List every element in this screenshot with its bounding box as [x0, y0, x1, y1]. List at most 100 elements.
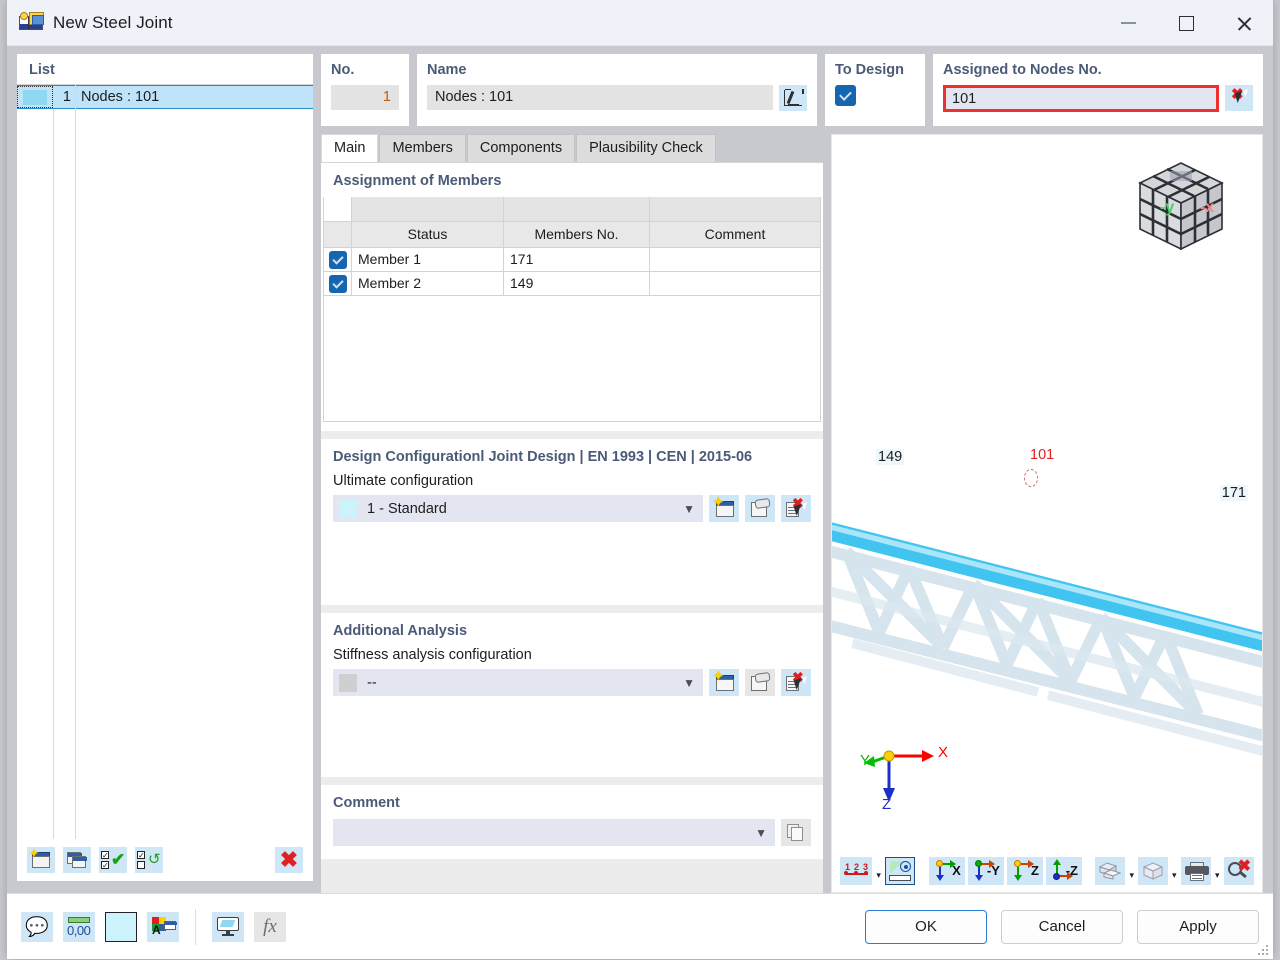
- stiffness-configuration-label: Stiffness analysis configuration: [333, 647, 532, 663]
- cancel-button[interactable]: Cancel: [1001, 909, 1123, 944]
- list-column-divider: [75, 85, 76, 839]
- row-comment[interactable]: [649, 270, 821, 296]
- select-all-button[interactable]: ✓ ✓ ✔: [99, 847, 127, 873]
- window-title: New Steel Joint: [53, 12, 173, 32]
- numbering-icon: 123: [844, 862, 868, 880]
- table-subheader-row: [323, 197, 821, 222]
- delete-stiffness-configuration-button[interactable]: ✖: [781, 669, 811, 696]
- column-header-members-no: Members No.: [503, 220, 650, 248]
- help-button[interactable]: 💬: [21, 911, 53, 942]
- copy-joint-button[interactable]: [63, 847, 91, 873]
- ok-button[interactable]: OK: [865, 909, 987, 944]
- tab-panel-main: Assignment of Members Status Members No.…: [321, 162, 823, 893]
- wireframe-button[interactable]: [1138, 857, 1168, 885]
- name-edit-button[interactable]: [779, 85, 807, 111]
- row-checkbox-cell[interactable]: [323, 246, 352, 272]
- zoom-cancel-icon: ✖: [1227, 859, 1251, 881]
- copy-comment-button[interactable]: [781, 819, 811, 846]
- wireframe-caret[interactable]: ▾: [1171, 857, 1178, 885]
- delete-joint-button[interactable]: ✖: [275, 847, 303, 873]
- row-checkbox[interactable]: [328, 251, 347, 269]
- axis-triad-graphic: [864, 750, 934, 802]
- edit-hand-icon: [750, 497, 771, 518]
- main-row: Main Members Components Plausibility Che…: [321, 134, 1263, 893]
- render-view-button[interactable]: [884, 857, 916, 885]
- to-design-checkbox[interactable]: [835, 85, 856, 106]
- row-checkbox[interactable]: [328, 275, 347, 293]
- node-label-101: 101: [1030, 447, 1055, 463]
- print-caret[interactable]: ▾: [1214, 857, 1221, 885]
- list-item-color-cell[interactable]: [17, 86, 53, 108]
- to-design-box: To Design: [825, 54, 925, 126]
- stiffness-configuration-select[interactable]: -- ▼: [333, 669, 703, 696]
- chevron-down-icon: ▼: [683, 501, 695, 516]
- row-members-no[interactable]: 149: [503, 270, 650, 296]
- minimize-button[interactable]: [1099, 0, 1157, 46]
- view-z-label: Z: [1030, 863, 1039, 878]
- additional-analysis-card: Additional Analysis Stiffness analysis c…: [321, 613, 823, 777]
- tab-main[interactable]: Main: [321, 134, 379, 162]
- view-negative-y-label: -Y: [986, 863, 1000, 878]
- model-viewport[interactable]: 149 101 171 -y -x X Y Z 1 2 3 ▾ X -Y Z -…: [831, 134, 1263, 893]
- column-header-comment: Comment: [649, 220, 821, 248]
- view-z-icon: Z: [1011, 860, 1039, 881]
- new-configuration-button[interactable]: ✦: [709, 495, 739, 522]
- view-in-negative-y-button[interactable]: -Y: [967, 857, 1004, 885]
- print-button[interactable]: [1180, 857, 1211, 885]
- no-label: No.: [331, 62, 355, 78]
- list-column-divider-2: [53, 109, 54, 839]
- maximize-button[interactable]: [1157, 0, 1215, 46]
- ultimate-configuration-select[interactable]: 1 - Standard ▼: [333, 495, 703, 522]
- table-header-row: Status Members No. Comment: [323, 220, 821, 248]
- row-members-no[interactable]: 171: [503, 246, 650, 272]
- view-in-z-button[interactable]: Z: [1006, 857, 1043, 885]
- display-properties-button[interactable]: A: [147, 911, 179, 942]
- display-mode-button[interactable]: [1095, 857, 1126, 885]
- configuration-color-swatch: [339, 499, 357, 518]
- assigned-nodes-row: 101 ✖: [943, 85, 1253, 112]
- resize-grip[interactable]: [1256, 943, 1268, 955]
- graphic-print-button[interactable]: [212, 911, 244, 942]
- window-controls: [1099, 0, 1273, 46]
- row-checkbox-cell[interactable]: [323, 270, 352, 296]
- additional-analysis-title: Additional Analysis: [333, 623, 468, 639]
- edit-configuration-button[interactable]: [745, 495, 775, 522]
- tab-plausibility-check[interactable]: Plausibility Check: [576, 134, 716, 162]
- units-button[interactable]: 0,00: [63, 911, 95, 942]
- tab-members[interactable]: Members: [379, 134, 466, 162]
- maximize-icon: [1178, 15, 1194, 31]
- view-negative-z-icon: -Z: [1050, 859, 1078, 881]
- steel-joint-icon: [19, 11, 44, 34]
- delete-pick-icon: ✖: [786, 496, 806, 518]
- name-input[interactable]: Nodes : 101: [427, 85, 773, 110]
- display-mode-caret[interactable]: ▾: [1128, 857, 1135, 885]
- numbering-toolbar-button[interactable]: 123: [840, 857, 873, 885]
- new-stiffness-configuration-button[interactable]: ✦: [709, 669, 739, 696]
- header-fields: No. 1 Name Nodes : 101 To Design Assigne…: [321, 54, 1263, 126]
- comment-input[interactable]: ▼: [333, 819, 775, 846]
- table-row[interactable]: Member 1 171: [323, 246, 821, 272]
- apply-button[interactable]: Apply: [1137, 909, 1259, 944]
- viewport-toolbar: 123 ▾ X -Y Z -Z ▾ ▾ ▾ ✖: [840, 856, 1254, 886]
- assigned-nodes-input[interactable]: 101: [943, 85, 1219, 112]
- view-in-x-button[interactable]: X: [928, 857, 965, 885]
- invert-selection-button[interactable]: ✓ ↺: [135, 847, 163, 873]
- list-item[interactable]: 1 Nodes : 101: [17, 85, 313, 109]
- render-eye-icon: [888, 861, 912, 881]
- zoom-reset-button[interactable]: ✖: [1223, 857, 1254, 885]
- view-cube[interactable]: -y -x: [1134, 161, 1228, 253]
- new-joint-button[interactable]: ✦: [27, 846, 55, 873]
- assigned-nodes-pick-button[interactable]: ✖: [1225, 85, 1253, 111]
- close-button[interactable]: [1215, 0, 1273, 46]
- toolbar-caret[interactable]: ▾: [875, 857, 882, 885]
- row-comment[interactable]: [649, 246, 821, 272]
- tab-components[interactable]: Components: [466, 134, 576, 162]
- view-x-label: X: [952, 863, 961, 878]
- node-marker: [1024, 469, 1038, 487]
- copy-comment-icon: [787, 824, 805, 841]
- color-swatch-button[interactable]: [105, 911, 137, 942]
- delete-configuration-button[interactable]: ✖: [781, 495, 811, 522]
- red-x-icon: ✖: [279, 847, 299, 872]
- table-row[interactable]: Member 2 149: [323, 270, 821, 296]
- view-in-negative-z-button[interactable]: -Z: [1045, 857, 1082, 885]
